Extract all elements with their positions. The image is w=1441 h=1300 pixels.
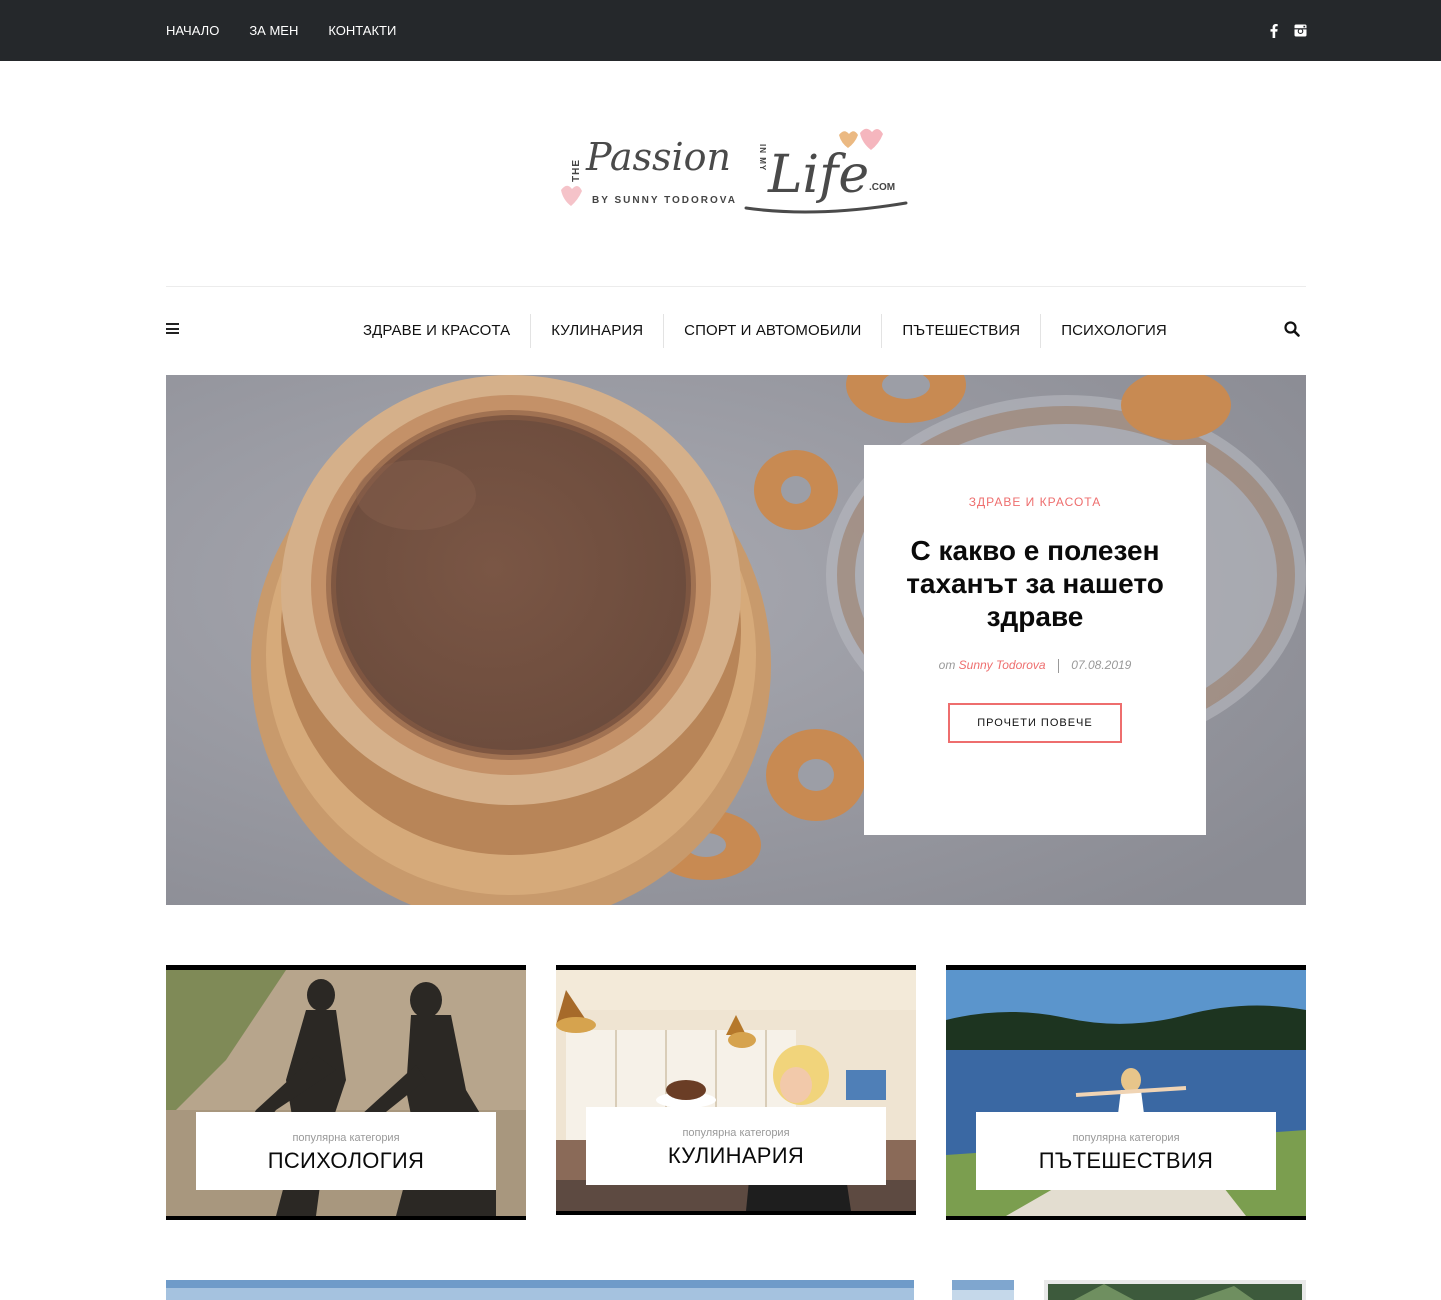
facebook-icon[interactable] — [1267, 23, 1281, 38]
social-links — [1267, 0, 1307, 61]
category-name[interactable]: КУЛИНАРИЯ — [586, 1143, 886, 1169]
featured-by: от — [938, 658, 956, 672]
category-label-box: популярна категория ПСИХОЛОГИЯ — [196, 1112, 496, 1190]
logo-life: Life — [767, 145, 869, 205]
category-card-psychology[interactable]: популярна категория ПСИХОЛОГИЯ — [166, 965, 526, 1220]
category-label-box: популярна категория КУЛИНАРИЯ — [586, 1107, 886, 1185]
logo-the: THE — [571, 159, 582, 182]
top-nav: НАЧАЛО ЗА МЕН КОНТАКТИ — [166, 0, 426, 61]
category-tag: популярна категория — [682, 1127, 790, 1139]
featured-date: 07.08.2019 — [1071, 658, 1132, 672]
main-nav: ЗДРАВЕ И КРАСОТА КУЛИНАРИЯ СПОРТ И АВТОМ… — [343, 314, 1187, 348]
top-nav-contacts[interactable]: КОНТАКТИ — [328, 23, 396, 38]
category-label-box: популярна категория ПЪТЕШЕСТВИЯ — [976, 1112, 1276, 1190]
header-divider — [166, 286, 1306, 287]
post-thumbnail[interactable] — [1044, 1280, 1306, 1300]
featured-title[interactable]: С какво е полезен таханът за нашето здра… — [890, 534, 1180, 633]
top-nav-about[interactable]: ЗА МЕН — [249, 23, 298, 38]
top-nav-home[interactable]: НАЧАЛО — [166, 23, 219, 38]
top-bar: НАЧАЛО ЗА МЕН КОНТАКТИ — [0, 0, 1441, 61]
category-tag: популярна категория — [292, 1132, 400, 1144]
category-name[interactable]: ПСИХОЛОГИЯ — [196, 1148, 496, 1174]
nav-travel[interactable]: ПЪТЕШЕСТВИЯ — [882, 314, 1042, 348]
logo-byline: BY SUNNY TODOROVA — [592, 195, 737, 206]
category-card-cooking[interactable]: популярна категория КУЛИНАРИЯ — [556, 965, 916, 1215]
instagram-icon[interactable] — [1293, 24, 1307, 38]
nav-sport-cars[interactable]: СПОРТ И АВТОМОБИЛИ — [664, 314, 883, 348]
search-icon[interactable] — [1283, 320, 1301, 338]
nav-cooking[interactable]: КУЛИНАРИЯ — [531, 314, 665, 348]
category-tag: популярна категория — [1072, 1132, 1180, 1144]
post-thumbnail[interactable] — [952, 1280, 1014, 1300]
nav-psychology[interactable]: ПСИХОЛОГИЯ — [1041, 314, 1187, 348]
logo-com: .COM — [869, 182, 895, 193]
featured-post-card: ЗДРАВЕ И КРАСОТА С какво е полезен тахан… — [864, 445, 1206, 835]
logo-in-my: IN MY — [758, 144, 767, 171]
category-card-travel[interactable]: популярна категория ПЪТЕШЕСТВИЯ — [946, 965, 1306, 1220]
nav-health-beauty[interactable]: ЗДРАВЕ И КРАСОТА — [343, 314, 532, 348]
category-name[interactable]: ПЪТЕШЕСТВИЯ — [976, 1148, 1276, 1174]
logo-passion: Passion — [585, 135, 731, 179]
menu-icon[interactable] — [166, 323, 179, 334]
meta-separator — [1057, 658, 1059, 673]
site-logo[interactable]: THE Passion IN MY Life .COM BY SUNNY TOD… — [556, 120, 916, 225]
read-more-button[interactable]: ПРОЧЕТИ ПОВЕЧЕ — [948, 702, 1122, 743]
featured-meta: от Sunny Todorova 07.08.2019 — [864, 658, 1206, 673]
post-thumbnail[interactable] — [166, 1280, 914, 1300]
featured-category[interactable]: ЗДРАВЕ И КРАСОТА — [864, 495, 1206, 509]
featured-post: ЗДРАВЕ И КРАСОТА С какво е полезен тахан… — [166, 375, 1306, 905]
featured-author[interactable]: Sunny Todorova — [959, 658, 1046, 672]
